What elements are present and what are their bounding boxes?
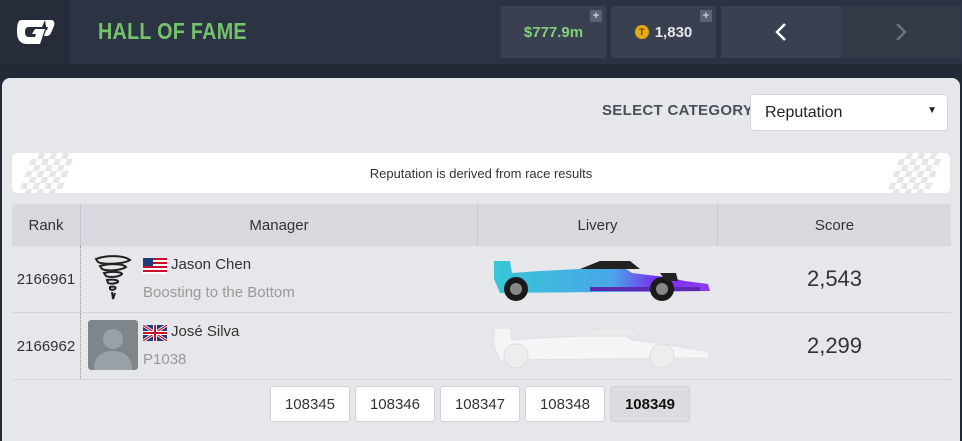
money-balance-button[interactable]: $777.9m + — [501, 6, 606, 58]
page-button[interactable]: 108347 — [440, 386, 520, 422]
page-button[interactable]: 108348 — [525, 386, 605, 422]
top-bar: HALL OF FAME $777.9m + T 1,830 + — [0, 0, 962, 64]
chevron-left-icon — [775, 23, 786, 41]
nav-forward-button[interactable] — [841, 6, 961, 58]
category-label: SELECT CATEGORY — [602, 102, 754, 119]
info-banner: Reputation is derived from race results — [12, 153, 950, 193]
dropdown-arrow-icon: ▼ — [927, 105, 937, 116]
uk-flag-icon — [143, 325, 167, 341]
money-balance: $777.9m — [523, 23, 584, 41]
score-value: 2,543 — [806, 266, 863, 291]
car-livery-image — [493, 327, 711, 369]
car-livery-image — [494, 261, 710, 301]
tornado-icon — [94, 255, 132, 300]
table-row[interactable]: 2166961 Jason Chen Boosting to the Botto… — [12, 246, 951, 313]
token-coin-icon: T — [634, 25, 649, 39]
nav-back-button[interactable] — [721, 6, 841, 58]
checkered-flag-icon — [886, 153, 944, 193]
column-header-livery: Livery — [577, 216, 618, 234]
us-flag-icon — [143, 258, 167, 274]
team-name: Boosting to the Bottom — [143, 284, 295, 301]
column-header-rank: Rank — [28, 216, 64, 234]
team-name: P1038 — [143, 351, 187, 368]
gp-logo-icon — [17, 20, 55, 44]
table-header: Rank Manager Livery Score — [12, 204, 951, 246]
rank-value: 2166961 — [16, 270, 76, 288]
category-select[interactable]: Reputation ▼ — [750, 94, 948, 131]
page-button[interactable]: 108345 — [270, 386, 350, 422]
chevron-right-icon — [896, 23, 907, 41]
score-value: 2,299 — [806, 333, 863, 358]
manager-name[interactable]: José Silva — [171, 323, 239, 340]
manager-name[interactable]: Jason Chen — [171, 256, 251, 273]
hall-of-fame-panel: SELECT CATEGORY Reputation ▼ Reputation … — [2, 78, 960, 441]
default-person-icon — [88, 320, 138, 370]
page-button[interactable]: 108346 — [355, 386, 435, 422]
column-header-manager: Manager — [249, 216, 309, 234]
add-tokens-icon[interactable]: + — [700, 10, 712, 22]
checkered-flag-icon — [18, 153, 76, 193]
pagination: 108345 108346 108347 108348 108349 — [270, 386, 690, 422]
info-text: Reputation is derived from race results — [369, 165, 593, 181]
gp-logo[interactable] — [0, 0, 70, 64]
category-selected-value: Reputation — [765, 103, 843, 121]
page-button-current[interactable]: 108349 — [610, 386, 690, 422]
rank-value: 2166962 — [16, 337, 76, 355]
page-title: HALL OF FAME — [98, 18, 247, 44]
add-money-icon[interactable]: + — [590, 10, 602, 22]
column-header-score: Score — [814, 216, 855, 234]
table-row[interactable]: 2166962 José Silva P1038 2,299 — [12, 313, 951, 380]
token-balance: 1,830 — [654, 23, 693, 41]
token-balance-button[interactable]: T 1,830 + — [611, 6, 716, 58]
